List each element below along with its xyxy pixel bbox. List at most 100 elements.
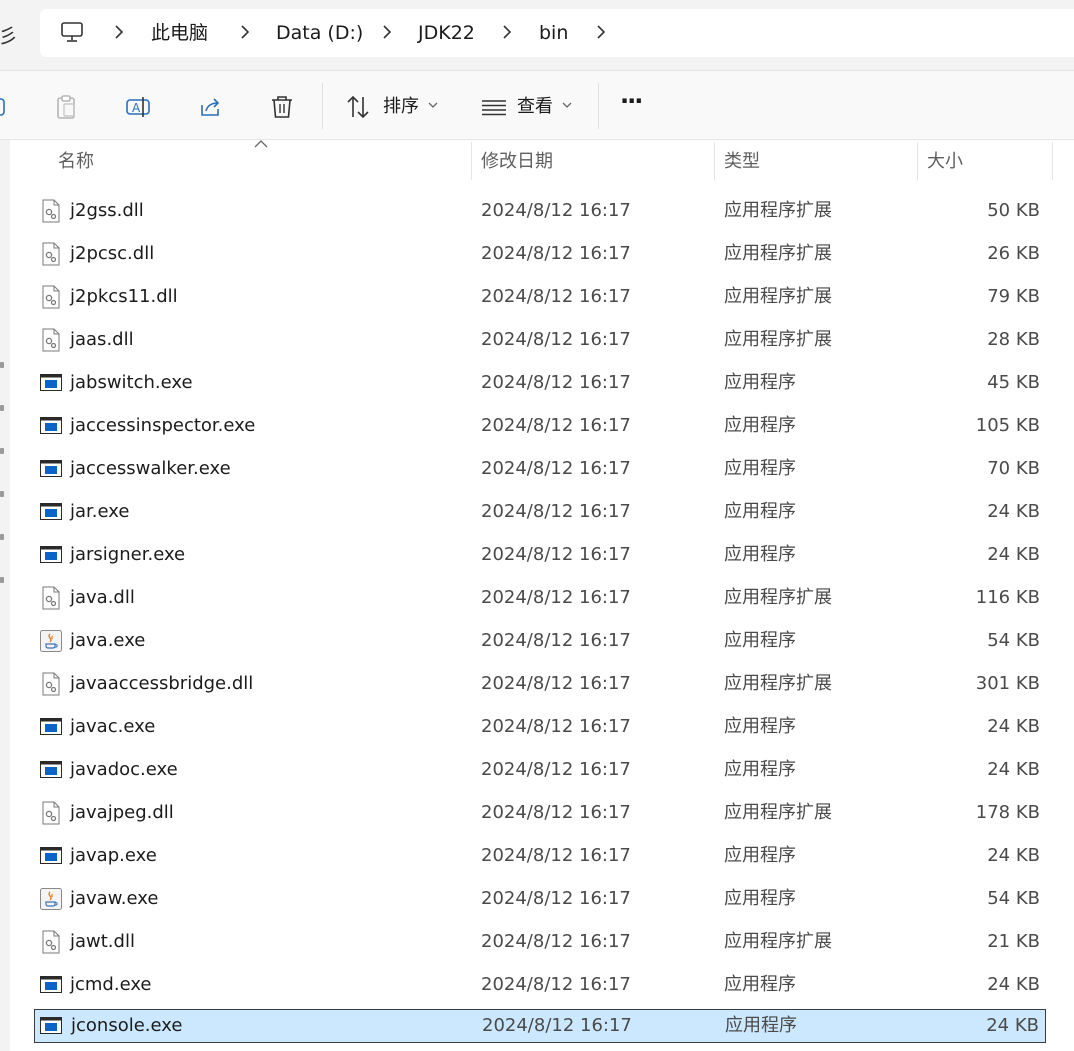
copy-icon[interactable] [0,93,12,121]
column-divider[interactable] [714,142,715,180]
nav-expand-icon[interactable] [0,534,4,540]
svg-text:A: A [132,101,141,115]
column-header-date[interactable]: 修改日期 [481,150,553,174]
file-name: javap.exe [70,845,157,866]
exe-file-icon [40,844,62,868]
file-size: 178 KB [975,802,1040,823]
chevron-right-icon[interactable] [380,20,394,44]
delete-icon[interactable] [268,93,296,121]
file-name: j2pkcs11.dll [70,286,178,307]
column-header-name[interactable]: 名称 [58,150,94,174]
file-row[interactable]: jar.exe 2024/8/12 16:17 应用程序 24 KB [34,495,1046,529]
file-name: javajpeg.dll [70,802,174,823]
more-options-button[interactable]: ··· [620,89,643,113]
chevron-right-icon[interactable] [238,20,252,44]
nav-expand-icon[interactable] [0,577,4,583]
file-row[interactable]: jaccesswalker.exe 2024/8/12 16:17 应用程序 70 K… [34,452,1046,486]
file-size: 24 KB [987,544,1040,565]
file-size: 24 KB [987,716,1040,737]
file-row[interactable]: javap.exe 2024/8/12 16:17 应用程序 24 KB [34,839,1046,873]
file-type: 应用程序扩展 [724,931,832,952]
breadcrumb-bin[interactable]: bin [539,20,568,46]
file-modified-date: 2024/8/12 16:17 [481,200,631,221]
column-divider[interactable] [471,142,472,180]
file-name: jaccesswalker.exe [70,458,231,479]
file-modified-date: 2024/8/12 16:17 [481,458,631,479]
rename-icon[interactable]: A [124,93,152,121]
breadcrumb-jdk22[interactable]: JDK22 [418,20,475,46]
file-row[interactable]: java.exe 2024/8/12 16:17 应用程序 54 KB [34,624,1046,658]
view-icon[interactable] [480,93,508,121]
exe-file-icon [40,543,62,567]
file-type: 应用程序 [724,501,796,522]
nav-expand-icon[interactable] [0,362,4,368]
file-list: 名称 修改日期 类型 大小 j2gss.dll 2024/8/12 16:17 应用… [0,140,1074,1051]
chevron-down-icon[interactable] [562,101,572,109]
file-row[interactable]: javac.exe 2024/8/12 16:17 应用程序 24 KB [34,710,1046,744]
file-name: javac.exe [70,716,156,737]
sort-button[interactable]: 排序 [383,95,419,119]
nav-expand-icon[interactable] [0,405,4,411]
file-modified-date: 2024/8/12 16:17 [481,673,631,694]
file-modified-date: 2024/8/12 16:17 [481,716,631,737]
file-row[interactable]: j2pkcs11.dll 2024/8/12 16:17 应用程序扩展 79 KB [34,280,1046,314]
file-size: 116 KB [975,587,1040,608]
computer-icon[interactable] [60,21,84,43]
share-icon[interactable] [196,93,224,121]
sort-icon[interactable] [344,93,372,121]
file-modified-date: 2024/8/12 16:17 [481,544,631,565]
file-row[interactable]: j2pcsc.dll 2024/8/12 16:17 应用程序扩展 26 KB [34,237,1046,271]
file-modified-date: 2024/8/12 16:17 [481,974,631,995]
column-header-size[interactable]: 大小 [927,150,963,174]
dll-file-icon [40,328,62,352]
file-size: 301 KB [975,673,1040,694]
file-size: 105 KB [975,415,1040,436]
exe-file-icon [40,414,62,438]
file-type: 应用程序 [725,1015,797,1036]
column-divider[interactable] [917,142,918,180]
file-name: j2gss.dll [70,200,144,221]
chevron-right-icon[interactable] [594,20,608,44]
dll-file-icon [40,199,62,223]
column-header-type[interactable]: 类型 [724,150,760,174]
toolbar-divider [322,83,323,129]
file-name: javadoc.exe [70,759,178,780]
chevron-right-icon[interactable] [500,20,514,44]
file-row[interactable]: jaccessinspector.exe 2024/8/12 16:17 应用程序 1… [34,409,1046,443]
file-modified-date: 2024/8/12 16:17 [481,630,631,651]
file-row[interactable]: javaaccessbridge.dll 2024/8/12 16:17 应用程序扩… [34,667,1046,701]
file-type: 应用程序 [724,974,796,995]
file-row-selected[interactable]: jconsole.exe 2024/8/12 16:17 应用程序 24 KB [34,1009,1046,1043]
file-modified-date: 2024/8/12 16:17 [481,243,631,264]
nav-expand-icon[interactable] [0,448,4,454]
file-name: jawt.dll [70,931,135,952]
column-divider[interactable] [1052,142,1053,180]
file-type: 应用程序 [724,845,796,866]
breadcrumb-this-pc[interactable]: 此电脑 [151,20,208,46]
breadcrumb-data-drive[interactable]: Data (D:) [276,20,363,46]
nav-pane-edge-glyph: 彡 [0,24,18,48]
file-row[interactable]: jaas.dll 2024/8/12 16:17 应用程序扩展 28 KB [34,323,1046,357]
file-row[interactable]: javadoc.exe 2024/8/12 16:17 应用程序 24 KB [34,753,1046,787]
exe-file-icon [40,973,62,997]
file-modified-date: 2024/8/12 16:17 [481,415,631,436]
file-row[interactable]: javajpeg.dll 2024/8/12 16:17 应用程序扩展 178 KB [34,796,1046,830]
java-icon [40,629,62,653]
nav-expand-icon[interactable] [0,491,4,497]
paste-icon[interactable] [52,93,80,121]
exe-file-icon [40,758,62,782]
chevron-down-icon[interactable] [428,101,438,109]
chevron-right-icon[interactable] [112,20,126,44]
file-row[interactable]: jabswitch.exe 2024/8/12 16:17 应用程序 45 KB [34,366,1046,400]
file-row[interactable]: jarsigner.exe 2024/8/12 16:17 应用程序 24 KB [34,538,1046,572]
file-row[interactable]: jcmd.exe 2024/8/12 16:17 应用程序 24 KB [34,968,1046,1002]
file-row[interactable]: java.dll 2024/8/12 16:17 应用程序扩展 116 KB [34,581,1046,615]
view-button[interactable]: 查看 [517,95,553,119]
file-row[interactable]: jawt.dll 2024/8/12 16:17 应用程序扩展 21 KB [34,925,1046,959]
file-row[interactable]: j2gss.dll 2024/8/12 16:17 应用程序扩展 50 KB [34,194,1046,228]
file-modified-date: 2024/8/12 16:17 [481,888,631,909]
file-row[interactable]: javaw.exe 2024/8/12 16:17 应用程序 54 KB [34,882,1046,916]
dll-file-icon [40,801,62,825]
file-modified-date: 2024/8/12 16:17 [481,329,631,350]
file-size: 54 KB [987,888,1040,909]
